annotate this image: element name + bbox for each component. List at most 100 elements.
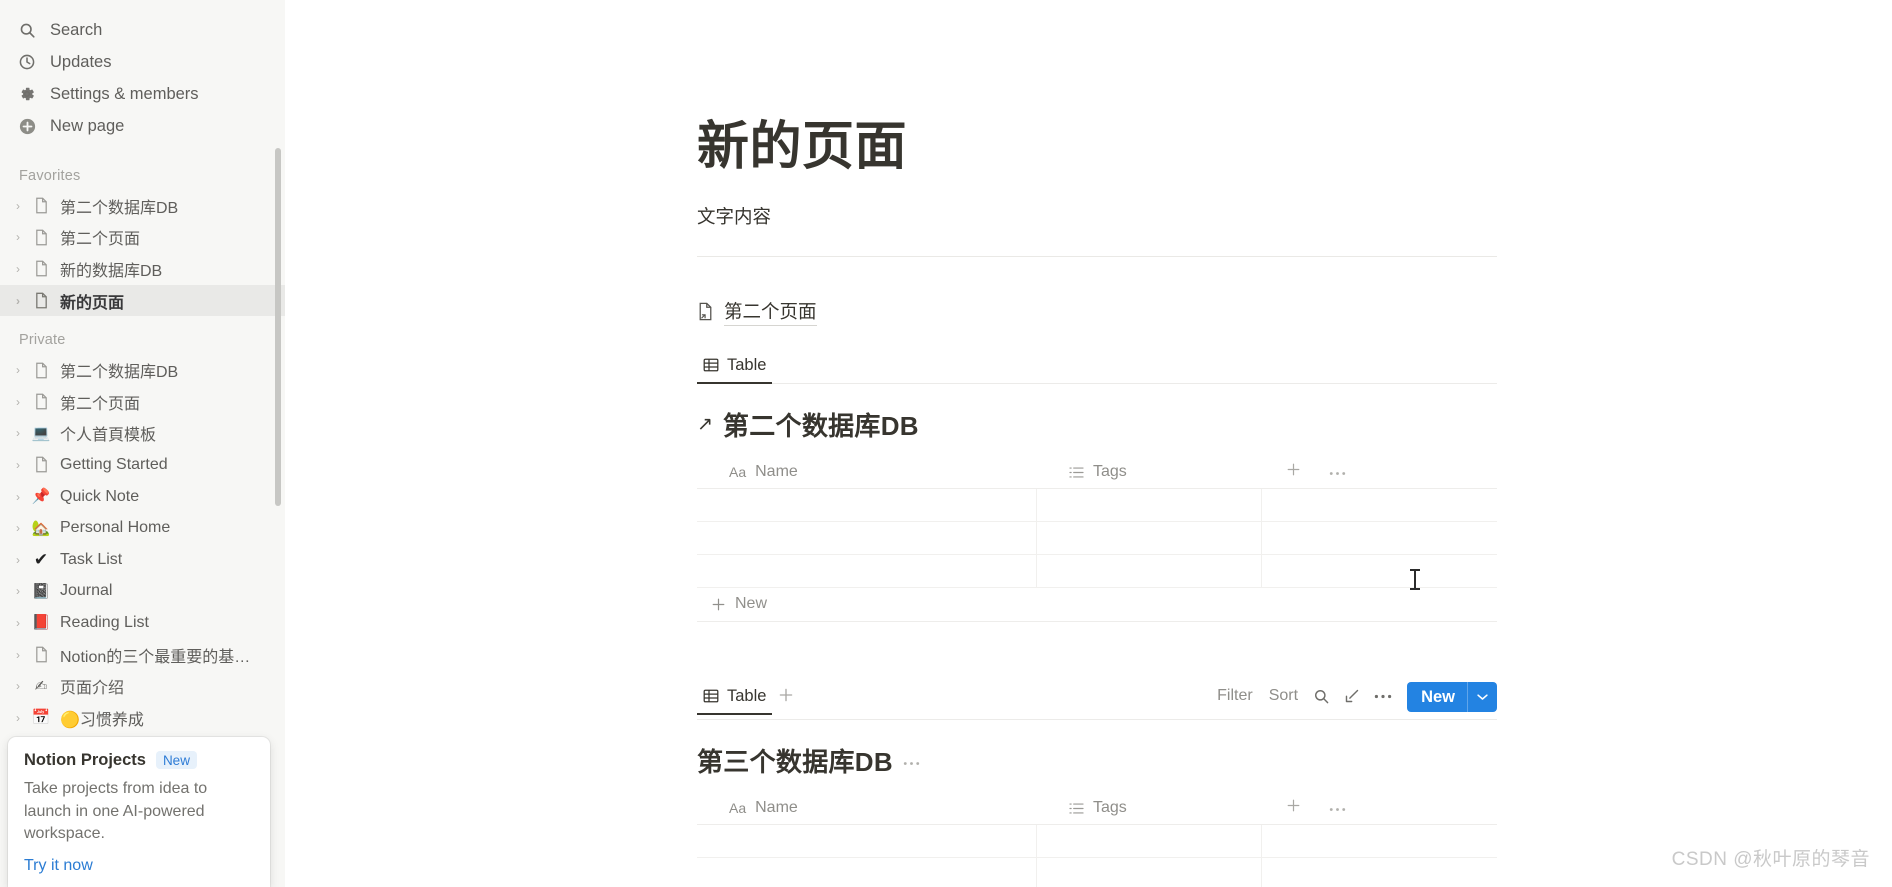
gear-icon (16, 83, 38, 105)
chevron-right-icon[interactable]: › (10, 553, 26, 567)
chevron-right-icon[interactable]: › (10, 363, 26, 377)
sidebar-item-label: New page (50, 116, 125, 135)
inline-page-link[interactable]: 第二个页面 (697, 298, 1497, 326)
sidebar-item-updates[interactable]: Updates (0, 46, 285, 78)
chevron-right-icon[interactable]: › (10, 395, 26, 409)
private-page-row[interactable]: › 📌 Quick Note (0, 481, 285, 513)
sidebar-scrollbar[interactable] (275, 148, 281, 506)
table-cell-tags[interactable] (1037, 824, 1262, 857)
tab-table-view-one[interactable]: Table (697, 356, 773, 384)
page-icon (30, 393, 52, 410)
private-page-row[interactable]: › 📅 🟡习惯养成 (0, 702, 285, 734)
private-page-row[interactable]: › 📓 Journal (0, 576, 285, 608)
database-two-title[interactable]: 第三个数据库DB (697, 742, 893, 779)
add-column-icon[interactable] (1286, 462, 1301, 482)
table-cell-tags[interactable] (1037, 521, 1262, 554)
column-header-tags[interactable]: Tags (1037, 793, 1262, 824)
table-row[interactable] (697, 488, 1497, 522)
table-new-row-button[interactable]: New (697, 588, 1497, 622)
database-two-more-icon[interactable] (903, 751, 920, 770)
page-icon (30, 646, 52, 663)
database-one-title[interactable]: 第二个数据库DB (723, 406, 919, 443)
chevron-right-icon[interactable]: › (10, 584, 26, 598)
table-cell-name[interactable] (697, 857, 1037, 887)
expand-icon[interactable] (1337, 688, 1367, 712)
chevron-down-icon[interactable] (1468, 682, 1497, 712)
chevron-right-icon[interactable]: › (10, 230, 26, 244)
table-cell-name[interactable] (697, 521, 1037, 554)
filter-button[interactable]: Filter (1209, 687, 1261, 713)
favorite-page-row[interactable]: › 新的数据库DB (0, 253, 285, 285)
chevron-right-icon[interactable]: › (10, 521, 26, 535)
search-icon[interactable] (1306, 688, 1337, 713)
add-view-icon[interactable] (772, 686, 800, 715)
sidebar-item-new-page[interactable]: New page (0, 110, 285, 142)
private-page-label: 页面介绍 (60, 680, 125, 698)
table-row[interactable] (697, 824, 1497, 858)
favorite-page-row-selected[interactable]: › 新的页面 (0, 284, 285, 317)
table-header-row: Aa Name Tags (697, 457, 1497, 489)
chevron-right-icon[interactable]: › (10, 294, 26, 308)
chevron-right-icon[interactable]: › (10, 199, 26, 213)
column-header-name[interactable]: Aa Name (697, 457, 1037, 488)
table-cell-name[interactable] (697, 824, 1037, 857)
sort-button[interactable]: Sort (1261, 687, 1306, 713)
private-page-row[interactable]: › 第二个数据库DB (0, 354, 285, 386)
table-cell-tags[interactable] (1037, 857, 1262, 887)
chevron-right-icon[interactable]: › (10, 490, 26, 504)
private-page-row[interactable]: › 🏡 Personal Home (0, 512, 285, 544)
favorite-page-row[interactable]: › 第二个页面 (0, 222, 285, 254)
chevron-right-icon[interactable]: › (10, 458, 26, 472)
database-two-table: Aa Name Tags (697, 793, 1497, 887)
private-page-row[interactable]: › 📕 Reading List (0, 607, 285, 639)
chevron-right-icon[interactable]: › (10, 426, 26, 440)
table-more-icon[interactable] (1329, 463, 1346, 481)
sidebar-item-label: Settings & members (50, 84, 199, 103)
table-cell-empty (1262, 825, 1497, 857)
table-icon (703, 688, 719, 704)
table-more-icon[interactable] (1329, 799, 1346, 817)
page-title[interactable]: 新的页面 (697, 118, 1497, 178)
column-header-name[interactable]: Aa Name (697, 793, 1037, 824)
private-page-row[interactable]: › ✍ 页面介绍 (0, 670, 285, 702)
chevron-right-icon[interactable]: › (10, 648, 26, 662)
column-header-label: Name (755, 463, 798, 481)
table-cell-tags[interactable] (1037, 554, 1262, 587)
tab-table-view-two[interactable]: Table (697, 687, 773, 715)
promo-try-it-now-link[interactable]: Try it now (24, 857, 254, 875)
chevron-right-icon[interactable]: › (10, 679, 26, 693)
table-row[interactable] (697, 521, 1497, 555)
private-list: › 第二个数据库DB › 第二个页面 › 💻 个人首頁模板 › Getting … (0, 354, 285, 765)
table-cell-tags[interactable] (1037, 488, 1262, 521)
main-content: 新的页面 文字内容 第二个页面 Table ↗ 第二个数据库DB Aa Name… (285, 0, 1892, 887)
new-record-button[interactable]: New (1407, 682, 1497, 713)
private-page-label: 🟡习惯养成 (60, 711, 144, 729)
page-paragraph[interactable]: 文字内容 (697, 203, 1497, 229)
sidebar-item-search[interactable]: Search (0, 14, 285, 46)
table-cell-name[interactable] (697, 488, 1037, 521)
table-cell-name[interactable] (697, 554, 1037, 587)
private-page-row[interactable]: › 💻 个人首頁模板 (0, 418, 285, 450)
table-row[interactable] (697, 857, 1497, 887)
sidebar-item-settings-members[interactable]: Settings & members (0, 78, 285, 110)
private-page-row[interactable]: › Notion的三个最重要的基… (0, 639, 285, 671)
table-cell-empty (1262, 858, 1497, 887)
check-emoji-icon: ✔ (33, 550, 49, 570)
notion-projects-promo-card[interactable]: Notion Projects New Take projects from i… (8, 736, 270, 887)
private-page-row[interactable]: › Getting Started (0, 449, 285, 481)
ellipsis-icon[interactable] (1367, 694, 1399, 707)
chevron-right-icon[interactable]: › (10, 262, 26, 276)
add-column-icon[interactable] (1286, 798, 1301, 818)
favorite-page-row[interactable]: › 第二个数据库DB (0, 190, 285, 222)
chevron-right-icon[interactable]: › (10, 616, 26, 630)
private-page-label: Getting Started (60, 455, 168, 473)
private-page-row[interactable]: › 第二个页面 (0, 386, 285, 418)
table-cell-empty (1262, 555, 1497, 587)
favorite-page-label: 新的页面 (60, 294, 125, 312)
chevron-right-icon[interactable]: › (10, 711, 26, 725)
database-two-toolbar: Table Filter Sort New (697, 682, 1497, 720)
table-row[interactable] (697, 554, 1497, 588)
column-header-tags[interactable]: Tags (1037, 457, 1262, 488)
private-page-row[interactable]: › ✔ Task List (0, 544, 285, 576)
column-header-label: Name (755, 799, 798, 817)
